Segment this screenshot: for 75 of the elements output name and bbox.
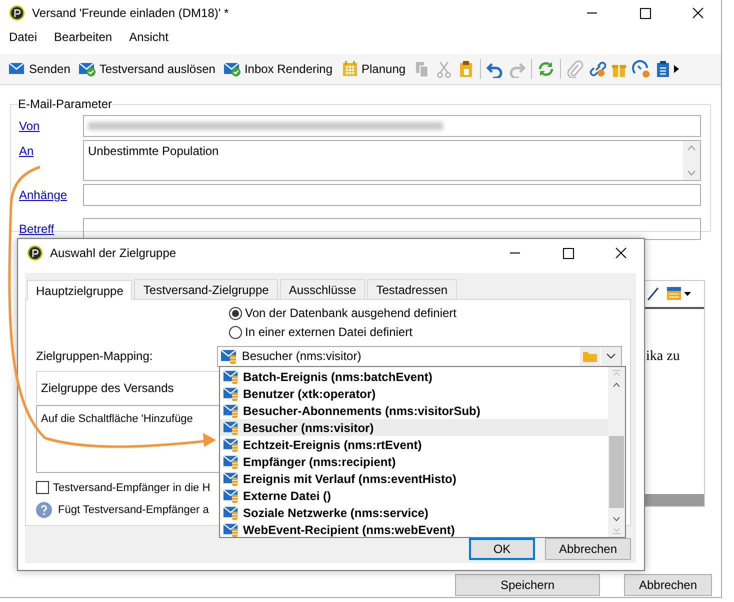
radio-option[interactable]: In einer externen Datei definiert <box>229 325 622 339</box>
envelope-database-icon <box>222 470 240 487</box>
field-link[interactable]: Betreff <box>19 218 83 236</box>
toolbar-button[interactable]: Senden <box>5 60 74 78</box>
dropdown-option[interactable]: WebEvent-Recipient (nms:webEvent) <box>220 521 608 538</box>
refresh-icon <box>536 60 555 78</box>
toolbar-button[interactable]: Testversand auslösen <box>75 60 218 78</box>
envelope-database-icon <box>222 402 240 419</box>
radio-button[interactable] <box>229 326 242 338</box>
group-title: Zielgruppe des Versands <box>41 380 174 394</box>
overflow-arrow-icon[interactable] <box>674 64 679 74</box>
dialog-title: Auswahl der Zielgruppe <box>50 246 178 260</box>
envelope-database-icon <box>222 436 240 453</box>
content-text: ika zu <box>645 349 681 365</box>
dropdown-option[interactable]: Empfänger (nms:recipient) <box>220 453 608 470</box>
dropdown-option[interactable]: Echtzeit-Ereignis (nms:rtEvent) <box>220 436 608 453</box>
field-link[interactable]: Von <box>19 115 83 133</box>
ok-button[interactable]: OK <box>469 538 535 560</box>
dropdown-option[interactable]: Besucher-Abonnements (nms:visitorSub) <box>220 402 608 419</box>
link-icon <box>588 60 606 78</box>
tab[interactable]: Ausschlüsse <box>280 279 366 299</box>
gauge-icon <box>632 60 650 78</box>
envelope-database-icon <box>222 419 240 436</box>
input-field[interactable] <box>83 184 701 206</box>
radio-label: Von der Datenbank ausgehend definiert <box>245 306 456 320</box>
instruction-text: Auf die Schaltfläche 'Hinzufüge <box>41 413 193 425</box>
calendar-icon <box>340 60 359 78</box>
field-label: Zielgruppen-Mapping: <box>36 349 154 363</box>
help-icon <box>36 502 52 518</box>
checkbox-label: Testversand-Empfänger in die H <box>53 482 210 494</box>
radio-label: In einer externen Datei definiert <box>245 325 412 339</box>
field-link[interactable]: Anhänge <box>19 184 83 202</box>
envelope-database-icon <box>222 453 240 470</box>
radio-button[interactable] <box>229 306 242 320</box>
menu-item[interactable]: Ansicht <box>129 30 168 44</box>
envelope-check-icon <box>78 60 96 78</box>
paperclip-icon <box>566 60 584 78</box>
envelope-database-icon <box>222 504 240 521</box>
chevron-down-icon[interactable] <box>606 353 616 359</box>
panel-footer-bar <box>644 494 704 506</box>
layout-dropdown-icon[interactable] <box>666 285 692 303</box>
sender-field[interactable] <box>83 115 701 137</box>
dropdown-option[interactable]: Ereignis mit Verlauf (nms:eventHisto) <box>220 470 608 487</box>
dropdown-option[interactable]: Batch-Ereignis (nms:batchEvent) <box>220 368 608 385</box>
checkbox[interactable] <box>36 481 49 494</box>
tab[interactable]: Testadressen <box>367 279 457 299</box>
dropdown-option[interactable]: Externe Datei () <box>220 487 608 504</box>
pen-icon[interactable] <box>646 286 660 302</box>
toolbar-button[interactable]: Inbox Rendering <box>220 60 336 78</box>
envelope-database-icon <box>222 385 240 402</box>
menu-item[interactable]: Datei <box>9 30 38 44</box>
envelope-database-icon <box>220 347 238 365</box>
dropdown-option[interactable]: Besucher (nms:visitor) <box>220 419 608 436</box>
radio-option[interactable]: Von der Datenbank ausgehend definiert <box>229 306 622 320</box>
scissors-icon <box>434 60 453 78</box>
undo-icon <box>486 60 504 78</box>
scrollbar[interactable] <box>608 367 625 537</box>
menu-item[interactable]: Bearbeiten <box>54 30 112 44</box>
cancel-button[interactable]: Abbrechen <box>624 574 712 596</box>
group-title: E-Mail-Parameter <box>18 97 112 111</box>
window-title: Versand 'Freunde einladen (DM18)' * <box>32 6 230 20</box>
dropdown-option[interactable]: Soziale Netzwerke (nms:service) <box>220 504 608 521</box>
tab[interactable]: Testversand-Zielgruppe <box>134 279 278 299</box>
app-logo-icon <box>9 5 25 21</box>
envelope-database-icon <box>222 487 240 504</box>
field-link[interactable]: An <box>19 140 83 158</box>
tab[interactable]: Hauptzielgruppe <box>27 280 132 300</box>
dropdown-option[interactable]: Benutzer (xtk:operator) <box>220 385 608 402</box>
cancel-button[interactable]: Abbrechen <box>545 538 631 560</box>
help-text: Fügt Testversand-Empfänger a <box>58 504 209 516</box>
save-button[interactable]: Speichern <box>455 574 600 596</box>
envelope-check-icon <box>223 60 242 78</box>
redo-icon <box>508 60 526 78</box>
app-logo-icon <box>27 245 43 261</box>
toolbar-button[interactable]: Planung <box>338 60 409 78</box>
